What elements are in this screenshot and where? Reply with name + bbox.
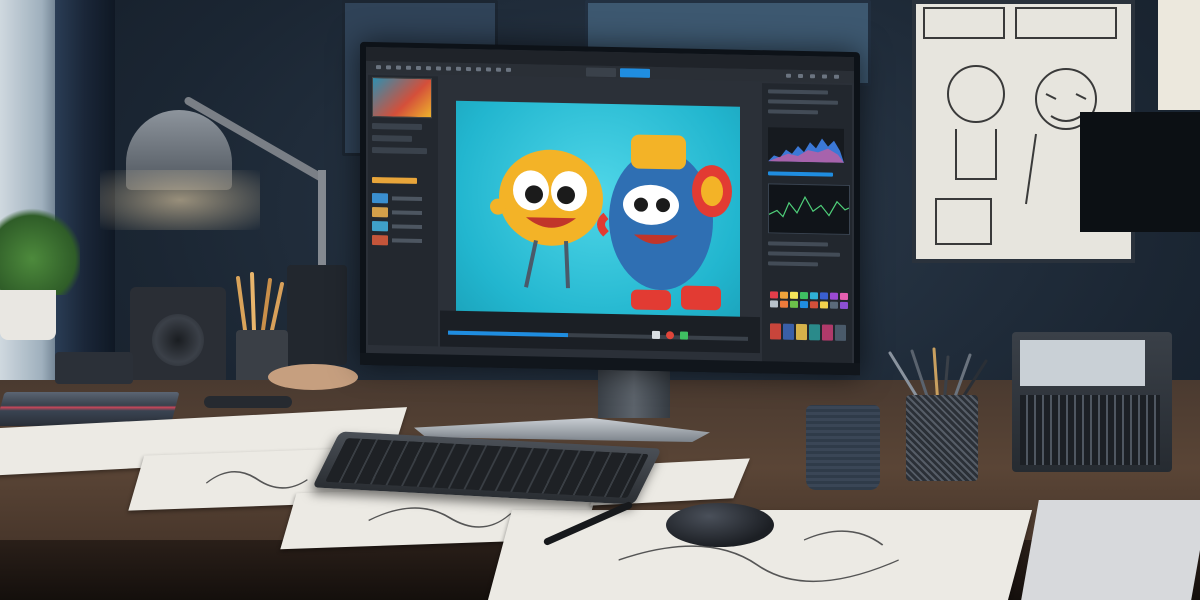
media-thumbnail[interactable] <box>770 323 781 340</box>
mug <box>806 405 880 490</box>
pencil-cup <box>906 395 978 481</box>
color-swatch[interactable] <box>820 301 828 309</box>
color-swatch[interactable] <box>840 292 848 300</box>
tool-icon[interactable] <box>786 73 791 78</box>
plant-pot <box>0 290 56 340</box>
color-swatches <box>770 291 848 309</box>
color-swatch[interactable] <box>780 300 788 308</box>
color-swatch[interactable] <box>820 292 828 300</box>
layer-item[interactable] <box>372 193 430 204</box>
histogram <box>768 127 844 163</box>
tool-icon[interactable] <box>798 73 803 79</box>
layer-label <box>392 238 422 244</box>
workspace-tab-active[interactable] <box>620 68 650 78</box>
workspace-tab[interactable] <box>586 67 616 78</box>
tool-icon[interactable] <box>396 65 401 70</box>
layer-label <box>392 210 422 216</box>
layer-thumb <box>372 207 388 218</box>
media-thumbnail[interactable] <box>835 324 846 341</box>
media-thumbnail[interactable] <box>796 323 807 341</box>
secondary-monitor <box>1080 112 1200 232</box>
color-swatch[interactable] <box>800 300 808 309</box>
potted-plant <box>0 205 80 295</box>
panel-row-highlight[interactable] <box>372 177 417 184</box>
color-swatch[interactable] <box>830 292 838 300</box>
color-swatch[interactable] <box>790 291 798 299</box>
color-swatch[interactable] <box>780 291 788 299</box>
device-buttons <box>1020 395 1160 465</box>
tool-icon[interactable] <box>386 65 391 70</box>
keys <box>324 437 650 499</box>
play-button[interactable] <box>652 330 660 340</box>
layer-item[interactable] <box>372 221 430 232</box>
workspace-scene <box>0 0 1200 600</box>
artwork-canvas[interactable] <box>456 100 740 331</box>
color-swatch[interactable] <box>770 300 778 308</box>
color-swatch[interactable] <box>800 291 808 300</box>
device-display <box>1020 340 1145 386</box>
tool-icon[interactable] <box>406 65 411 70</box>
speaker <box>287 265 347 365</box>
color-swatch[interactable] <box>810 292 818 300</box>
tool-icon[interactable] <box>456 66 461 71</box>
lamp-base <box>268 364 358 390</box>
timeline-progress[interactable] <box>448 330 568 338</box>
tool-icon[interactable] <box>496 67 501 72</box>
color-swatch[interactable] <box>810 301 818 309</box>
layer-item[interactable] <box>372 235 430 246</box>
media-thumbnails <box>770 323 848 341</box>
timeline-panel <box>440 310 760 354</box>
record-button[interactable] <box>666 331 674 340</box>
pencils <box>236 272 284 330</box>
tool-icon[interactable] <box>822 74 827 79</box>
tool-icon[interactable] <box>476 67 481 72</box>
color-swatch[interactable] <box>840 301 848 309</box>
layer-thumb <box>372 235 388 246</box>
cartoon-characters <box>490 134 732 311</box>
notes-board <box>1158 0 1200 110</box>
mouse <box>666 503 774 547</box>
speaker-cone <box>152 314 204 366</box>
marker-button[interactable] <box>680 331 688 340</box>
layer-thumb <box>372 221 388 232</box>
layer-thumb <box>372 193 388 204</box>
tool-icon[interactable] <box>436 66 441 71</box>
tool-icon[interactable] <box>486 67 491 72</box>
tool-icon[interactable] <box>810 74 815 79</box>
media-thumbnail[interactable] <box>822 324 833 341</box>
media-thumbnail[interactable] <box>783 323 794 340</box>
layer-item[interactable] <box>372 207 430 218</box>
editor-screen <box>366 46 854 365</box>
tool-icon[interactable] <box>834 74 839 79</box>
tool-icon[interactable] <box>376 65 381 70</box>
preview-thumbnail[interactable] <box>372 77 432 119</box>
phone <box>55 352 133 384</box>
panel-row <box>372 135 412 142</box>
layer-label <box>392 196 422 202</box>
panel-row <box>372 123 422 131</box>
tool-icon[interactable] <box>426 66 431 71</box>
tool-icon[interactable] <box>466 66 471 72</box>
color-swatch[interactable] <box>830 301 838 309</box>
monitor-stand <box>598 368 670 418</box>
layer-label <box>392 224 422 230</box>
color-swatch[interactable] <box>790 300 798 308</box>
monitor <box>360 41 860 376</box>
desk-tray <box>1021 500 1200 600</box>
media-thumbnail[interactable] <box>809 324 820 341</box>
remote <box>204 396 292 408</box>
panel-row <box>372 147 427 155</box>
color-swatch[interactable] <box>770 291 778 299</box>
tool-icon[interactable] <box>446 66 451 71</box>
waveform-scope <box>768 183 850 236</box>
tool-icon[interactable] <box>416 65 421 71</box>
lamp-light <box>100 170 260 230</box>
tool-icon[interactable] <box>506 67 511 72</box>
